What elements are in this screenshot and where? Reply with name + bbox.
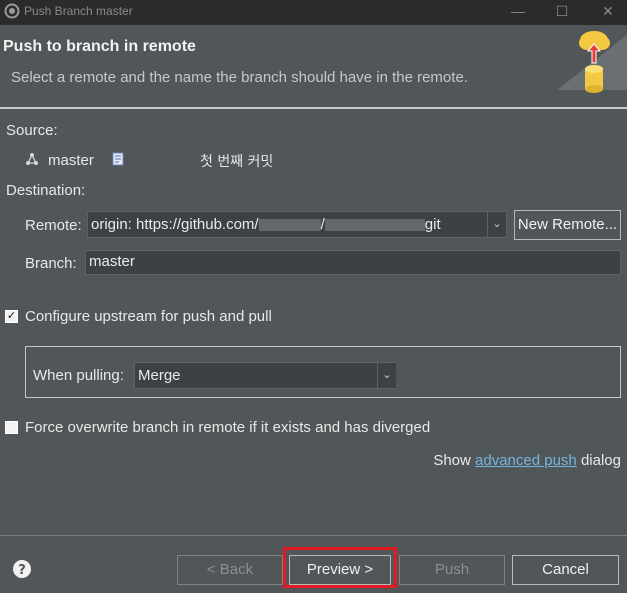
back-button[interactable]: < Back <box>177 555 283 585</box>
remote-url-prefix: origin: https://github.com/ <box>91 216 259 233</box>
advanced-push-text: Show advanced push dialog <box>433 452 621 469</box>
configure-upstream-label: Configure upstream for push and pull <box>25 308 272 325</box>
push-to-cloud-icon <box>557 31 627 93</box>
remote-dropdown-arrow[interactable]: ⌄ <box>487 212 506 237</box>
eclipse-icon <box>4 3 20 19</box>
close-icon[interactable]: ✕ <box>586 0 627 25</box>
header-separator <box>0 107 627 109</box>
redacted-username <box>258 219 321 232</box>
svg-text:?: ? <box>18 563 26 578</box>
source-branch: master <box>48 152 94 169</box>
destination-label: Destination: <box>6 182 86 199</box>
remote-select[interactable]: origin: https://github.com// git <box>87 211 507 238</box>
redacted-repository <box>324 219 425 232</box>
branch-label: Branch: <box>25 255 77 272</box>
source-label: Source: <box>6 122 58 139</box>
wizard-header: Push to branch in remote Select a remote… <box>0 25 627 107</box>
commit-icon <box>112 152 124 166</box>
when-pulling-label: When pulling: <box>33 367 124 384</box>
help-icon[interactable]: ? <box>12 559 32 579</box>
title-bar: Push Branch master — ☐ ✕ <box>0 0 627 25</box>
dialog-text: dialog <box>580 452 621 469</box>
when-pulling-dropdown-arrow[interactable]: ⌄ <box>377 363 396 388</box>
new-remote-button[interactable]: New Remote... <box>514 210 621 240</box>
branch-icon <box>26 153 38 165</box>
window-title: Push Branch master <box>24 4 133 18</box>
push-button[interactable]: Push <box>399 555 505 585</box>
commit-message: 첫 번째 커밋 <box>200 154 274 170</box>
footer-separator <box>0 535 627 536</box>
force-overwrite-checkbox[interactable] <box>5 421 18 434</box>
advanced-push-link[interactable]: advanced push <box>475 452 577 469</box>
show-text: Show <box>433 452 471 469</box>
maximize-icon[interactable]: ☐ <box>540 0 584 25</box>
remote-label: Remote: <box>25 217 82 234</box>
remote-url-suffix: git <box>424 216 441 233</box>
page-title: Push to branch in remote <box>3 38 196 55</box>
force-overwrite-label: Force overwrite branch in remote if it e… <box>25 419 431 436</box>
preview-highlight <box>283 547 397 588</box>
configure-upstream-checkbox[interactable]: ✓ <box>5 310 18 323</box>
cancel-button[interactable]: Cancel <box>512 555 619 585</box>
when-pulling-select[interactable]: Merge <box>134 362 396 389</box>
minimize-icon[interactable]: — <box>496 0 540 25</box>
branch-input[interactable]: master <box>85 250 621 275</box>
page-description: Select a remote and the name the branch … <box>11 69 468 86</box>
